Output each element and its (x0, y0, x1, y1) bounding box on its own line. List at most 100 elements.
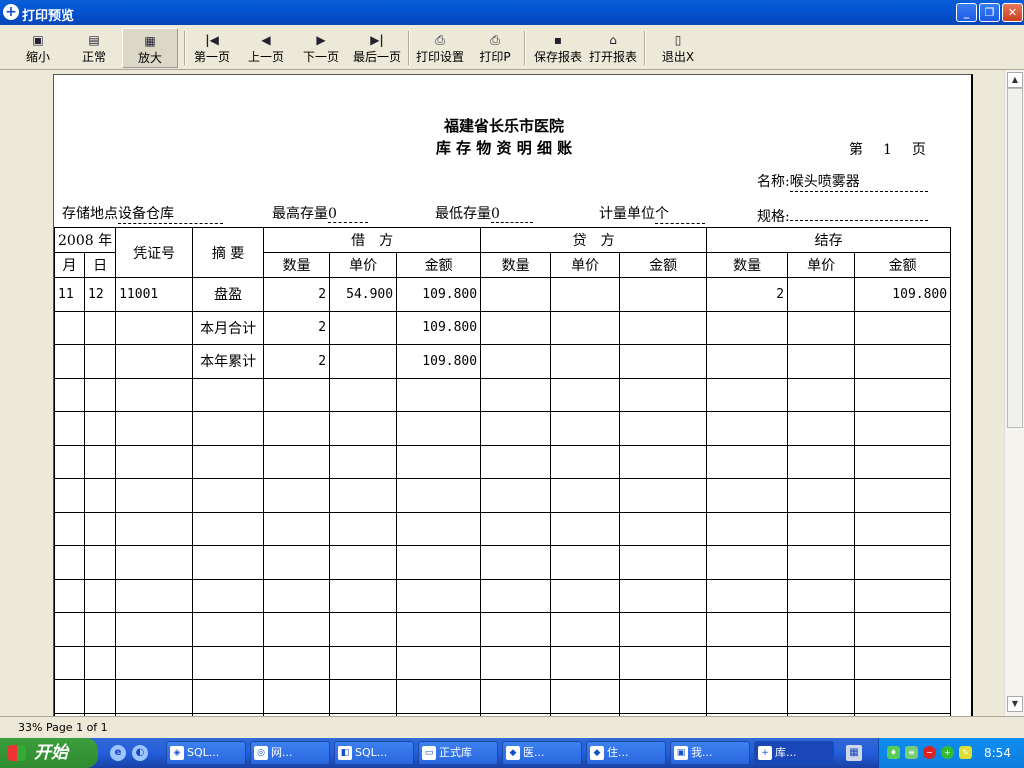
close-button[interactable]: ✕ (1002, 3, 1023, 22)
keyboard-icon[interactable]: ▦ (846, 745, 862, 761)
month-header: 月 (53, 252, 86, 278)
folder-icon: ▭ (422, 746, 436, 760)
max-stock-value: 0 (328, 206, 368, 223)
table-row: 11 12 11001 盘盈 2 54.900 109.800 2 109.80… (53, 277, 952, 312)
page-status: 33% Page 1 of 1 (18, 721, 108, 734)
scroll-thumb[interactable] (1007, 88, 1023, 428)
tray-pen-icon[interactable]: ✎ (959, 746, 972, 759)
floppy-icon: ▪ (553, 33, 563, 47)
network-icon: ◎ (254, 746, 268, 760)
zoom-in-button[interactable]: ▦ 放大 (122, 28, 178, 68)
ie-browser-icon[interactable]: e (110, 745, 126, 761)
save-report-button[interactable]: ▪ 保存报表 (530, 28, 586, 68)
taskbar: 开始 e ◐ ◈ SQL... ◎ 网... ◧ SQL... ▭ 正式库 ◆ 医... … (0, 738, 1024, 768)
credit-qty-header: 数量 (480, 252, 552, 278)
next-page-button[interactable]: ▶ 下一页 (299, 28, 343, 68)
item-name-value: 喉头喷雾器 (789, 171, 928, 192)
next-page-icon: ▶ (316, 33, 326, 47)
storage-value: 设备仓库 (118, 203, 223, 224)
tray-stop-icon[interactable]: − (923, 746, 936, 759)
vertical-scrollbar[interactable]: ▲ ▼ (1004, 70, 1024, 716)
preview-toolbar: ▣ 缩小 ▤ 正常 ▦ 放大 |◀ 第一页 ◀ 上一页 ▶ 下一页 ▶| 最后一… (0, 25, 1024, 70)
title-bar: + 打印预览 _ ❐ ✕ (0, 0, 1024, 25)
tray-app-icon[interactable]: ♦ (887, 746, 900, 759)
table-row (53, 645, 952, 680)
toolbar-separator (644, 31, 646, 65)
table-row (53, 679, 952, 714)
scroll-up-icon[interactable]: ▲ (1007, 72, 1023, 88)
print-button[interactable]: ⎙ 打印P (474, 28, 516, 68)
table-row: 本年累计 2 109.800 (53, 344, 952, 379)
printer-setup-icon: ⎙ (435, 33, 445, 47)
table-row (53, 444, 952, 479)
first-page-icon: |◀ (205, 33, 219, 47)
status-bar: 33% Page 1 of 1 (0, 716, 1024, 738)
toolbar-separator (408, 31, 410, 65)
show-desktop-icon[interactable]: ◐ (132, 745, 148, 761)
normal-button[interactable]: ▤ 正常 (72, 28, 116, 68)
inpatient-app-icon: ◆ (590, 746, 604, 760)
restore-button[interactable]: ❐ (979, 3, 1000, 22)
folder-open-icon: ⌂ (609, 33, 617, 47)
windows-logo-icon (8, 745, 26, 761)
tray-shield-icon[interactable]: + (941, 746, 954, 759)
table-row (53, 411, 952, 446)
unit-row: 计量单位个 (599, 203, 705, 224)
prev-page-button[interactable]: ◀ 上一页 (244, 28, 288, 68)
balance-qty-header: 数量 (706, 252, 789, 278)
credit-header: 贷 方 (480, 227, 708, 253)
debit-header: 借 方 (263, 227, 482, 253)
task-sql-2[interactable]: ◧ SQL... (334, 741, 414, 765)
computer-icon: ▣ (674, 746, 688, 760)
printer-icon: ⎙ (490, 33, 500, 47)
unit-value: 个 (655, 203, 705, 224)
ledger-table: 2008 年 凭证号 摘 要 借 方 贷 方 结存 月 日 数量 单价 金额 数… (53, 227, 952, 716)
task-inpatient[interactable]: ◆ 住... (586, 741, 666, 765)
open-report-button[interactable]: ⌂ 打开报表 (586, 28, 640, 68)
preview-area[interactable]: 福建省长乐市医院 库 存 物 资 明 细 账 第 1 页 名称:喉头喷雾器 规格… (0, 70, 1004, 716)
item-name-row: 名称:喉头喷雾器 (757, 171, 928, 192)
balance-price-header: 单价 (787, 252, 856, 278)
shrink-button[interactable]: ▣ 缩小 (18, 28, 58, 68)
min-stock-value: 0 (491, 206, 533, 223)
page-icon: ▤ (88, 33, 100, 47)
credit-amount-header: 金额 (619, 252, 708, 278)
task-sql-1[interactable]: ◈ SQL... (166, 741, 246, 765)
spec-row: 规格: (757, 205, 928, 226)
exit-door-icon: ▯ (674, 33, 682, 47)
last-page-button[interactable]: ▶| 最后一页 (350, 28, 404, 68)
toolbar-separator (524, 31, 526, 65)
task-official-db[interactable]: ▭ 正式库 (418, 741, 498, 765)
storage-row: 存储地点设备仓库 (62, 203, 223, 224)
print-setup-button[interactable]: ⎙ 打印设置 (412, 28, 468, 68)
task-my-computer[interactable]: ▣ 我... (670, 741, 750, 765)
exit-button[interactable]: ▯ 退出X (656, 28, 700, 68)
window-title: 打印预览 (22, 9, 75, 24)
report-page: 福建省长乐市医院 库 存 物 资 明 细 账 第 1 页 名称:喉头喷雾器 规格… (53, 74, 973, 716)
task-inventory[interactable]: + 库... (754, 741, 834, 765)
table-row (53, 612, 952, 647)
task-medical[interactable]: ◆ 医... (502, 741, 582, 765)
inventory-app-icon: + (758, 746, 772, 760)
table-row (53, 478, 952, 513)
debit-price-header: 单价 (329, 252, 398, 278)
report-title: 库 存 物 资 明 细 账 (435, 139, 573, 157)
voucher-header: 凭证号 (115, 227, 194, 278)
tray-input-icon[interactable]: ≡ (905, 746, 918, 759)
task-network[interactable]: ◎ 网... (250, 741, 330, 765)
app-icon: + (3, 4, 19, 20)
clock: 8:54 (984, 746, 1011, 760)
page-indicator: 第 1 页 (849, 142, 926, 158)
first-page-button[interactable]: |◀ 第一页 (190, 28, 234, 68)
summary-header: 摘 要 (192, 227, 265, 278)
start-button[interactable]: 开始 (0, 738, 98, 768)
min-stock-row: 最低存量0 (435, 203, 533, 223)
max-stock-row: 最高存量0 (272, 203, 368, 223)
scroll-down-icon[interactable]: ▼ (1007, 696, 1023, 712)
table-row (53, 545, 952, 580)
minimize-button[interactable]: _ (956, 3, 977, 22)
medical-app-icon: ◆ (506, 746, 520, 760)
balance-header: 结存 (706, 227, 952, 253)
system-tray: ♦ ≡ − + ✎ 8:54 (878, 738, 1024, 768)
last-page-icon: ▶| (370, 33, 384, 47)
